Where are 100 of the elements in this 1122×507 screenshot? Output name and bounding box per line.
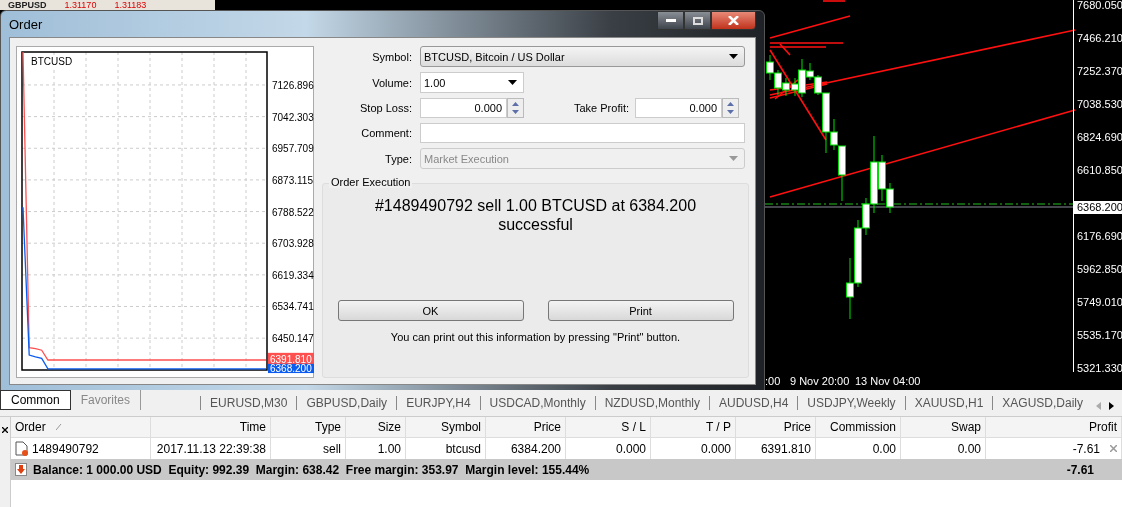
chart-tab[interactable]: XAUUSD,H1 — [904, 396, 993, 410]
trend-line — [822, 0, 846, 2]
column-header[interactable]: Commission — [816, 417, 901, 438]
axis-label: 6619.334 — [272, 269, 314, 281]
time-axis-label: 9 Nov 20:00 — [790, 375, 850, 387]
dropdown-caret-icon — [729, 156, 738, 161]
volume-dropdown[interactable]: 1.00 — [420, 72, 524, 93]
chart-tab[interactable]: NZDUSD,Monthly — [594, 396, 709, 410]
field-label: Type: — [384, 152, 412, 165]
cell-text: 1489490792 — [32, 441, 99, 456]
column-header[interactable]: Type — [271, 417, 346, 438]
header-text: Profit — [1089, 420, 1117, 434]
chart-tab[interactable]: AUDUSD,H4 — [709, 396, 798, 410]
chart-title: BTCUSD — [31, 56, 73, 67]
chart-tab[interactable]: XAGUSD,Daily — [992, 396, 1092, 410]
view-tab[interactable]: Common — [0, 390, 71, 410]
take-profit-field[interactable]: 0.000 — [635, 98, 722, 118]
chart-tab[interactable]: GBPUSD,Daily — [296, 396, 397, 410]
dropdown-caret-icon — [729, 54, 738, 59]
header-text: Time — [239, 420, 266, 434]
spinner-button[interactable] — [722, 98, 739, 118]
minimize-button[interactable] — [657, 11, 684, 30]
column-header[interactable]: Swap — [901, 417, 986, 438]
bid-price: 1.31170 — [64, 0, 97, 10]
price-axis-label: 7466.210 — [1077, 32, 1122, 44]
cell-text: 0.000 — [700, 441, 731, 456]
comment-field[interactable] — [420, 123, 745, 143]
stop-loss-field[interactable]: 0.000 — [420, 98, 507, 118]
current-price-tag: 6368.200 — [1074, 201, 1122, 214]
ok-button[interactable]: OK — [337, 300, 524, 321]
field-label: Symbol: — [371, 50, 412, 63]
minimize-icon — [665, 19, 676, 22]
price-axis-label: 5535.170 — [1077, 329, 1122, 341]
price-axis-label: 5749.010 — [1077, 296, 1122, 308]
field-label: Comment: — [360, 127, 412, 139]
time-axis-label: 13 Nov 04:00 — [855, 375, 921, 387]
column-header[interactable]: Price — [486, 417, 566, 438]
chart-tab[interactable]: EURJPY,H4 — [396, 396, 480, 410]
column-header[interactable]: Profit — [986, 417, 1122, 438]
price-axis-label: 5962.850 — [1077, 263, 1122, 275]
field-label: Volume: — [371, 76, 412, 89]
cell-text: 2017.11.13 22:39:38 — [156, 441, 266, 456]
column-header[interactable]: Symbol — [406, 417, 486, 438]
time-axis-label: :00 — [765, 375, 781, 387]
account-summary: Balance: 1 000.00 USD Equity: 992.39 Margin: 638.42 Free margin: 353.97 Margin level: 155.44% — [33, 462, 591, 477]
cell-text: 6391.810 — [760, 441, 811, 456]
up-down-arrows-icon — [727, 102, 734, 114]
header-text: Type — [315, 420, 341, 434]
cell-text: btcusd — [445, 441, 481, 456]
axis-label: 6703.928 — [272, 238, 314, 250]
axis-label: 6450.147 — [272, 333, 314, 345]
price-axis-label: 7252.370 — [1077, 65, 1122, 77]
document-icon — [15, 441, 28, 456]
header-text: Commission — [830, 420, 896, 434]
column-header[interactable]: T / P — [651, 417, 736, 438]
price-axis-label: 7038.530 — [1077, 98, 1122, 110]
chart-tab[interactable]: USDJPY,Weekly — [797, 396, 905, 410]
axis-label: 6534.741 — [272, 301, 314, 313]
price-axis-label: 7680.050 — [1077, 0, 1122, 11]
column-header[interactable]: Price — [736, 417, 816, 438]
execution-message: #1489490792 sell 1.00 BTCUSD at 6384.200 successful — [373, 196, 698, 234]
cell-text: 1.00 — [377, 441, 401, 456]
price-axis-label: 5321.330 — [1077, 362, 1122, 374]
header-text: Price — [783, 420, 811, 434]
price-axis-label: 6610.850 — [1077, 164, 1122, 176]
spinner-button[interactable] — [507, 98, 524, 118]
header-text: Swap — [950, 420, 981, 434]
header-text: Symbol — [441, 420, 481, 434]
close-button[interactable] — [711, 11, 756, 30]
header-text: Price — [533, 420, 561, 434]
column-header[interactable]: Size — [346, 417, 406, 438]
field-label: Stop Loss: — [359, 102, 412, 114]
column-header[interactable]: Order — [11, 417, 151, 438]
scroll-right-icon[interactable] — [1109, 402, 1114, 410]
price-axis-label: 6176.690 — [1077, 230, 1122, 242]
down-arrow-icon — [15, 463, 27, 476]
market-watch-row[interactable]: GBPUSD 1.31170 1.31183 — [0, 0, 215, 10]
order-type-dropdown: Market Execution — [420, 148, 745, 169]
axis-label: 6788.522 — [272, 206, 314, 218]
print-button[interactable]: Print — [547, 300, 734, 321]
header-text: Size — [377, 420, 401, 434]
axis-label: 7126.896 — [272, 79, 314, 91]
column-header[interactable]: S / L — [566, 417, 651, 438]
chart-tab[interactable]: USDCAD,Monthly — [479, 396, 595, 410]
cell-text: -7.61 — [1072, 441, 1100, 456]
axis-label: 7042.303 — [272, 111, 314, 123]
maximize-button[interactable] — [684, 11, 711, 30]
header-text: S / L — [621, 420, 646, 434]
group-title: Order Execution — [329, 176, 413, 188]
cell-text: 0.00 — [872, 441, 896, 456]
header-text: T / P — [705, 420, 731, 434]
ask-price: 1.31183 — [114, 0, 147, 10]
cell-text: 0.00 — [957, 441, 981, 456]
total-profit: -7.61 — [1066, 462, 1095, 477]
symbol-dropdown[interactable]: BTCUSD, Bitcoin / US Dollar — [420, 46, 745, 67]
column-header[interactable]: Time — [151, 417, 271, 438]
close-icon — [728, 16, 739, 25]
ask-price-tag: 6391.810 — [268, 352, 314, 365]
chart-tab[interactable]: EURUSD,M30 — [200, 396, 297, 410]
axis-label: 6873.115 — [272, 174, 313, 186]
